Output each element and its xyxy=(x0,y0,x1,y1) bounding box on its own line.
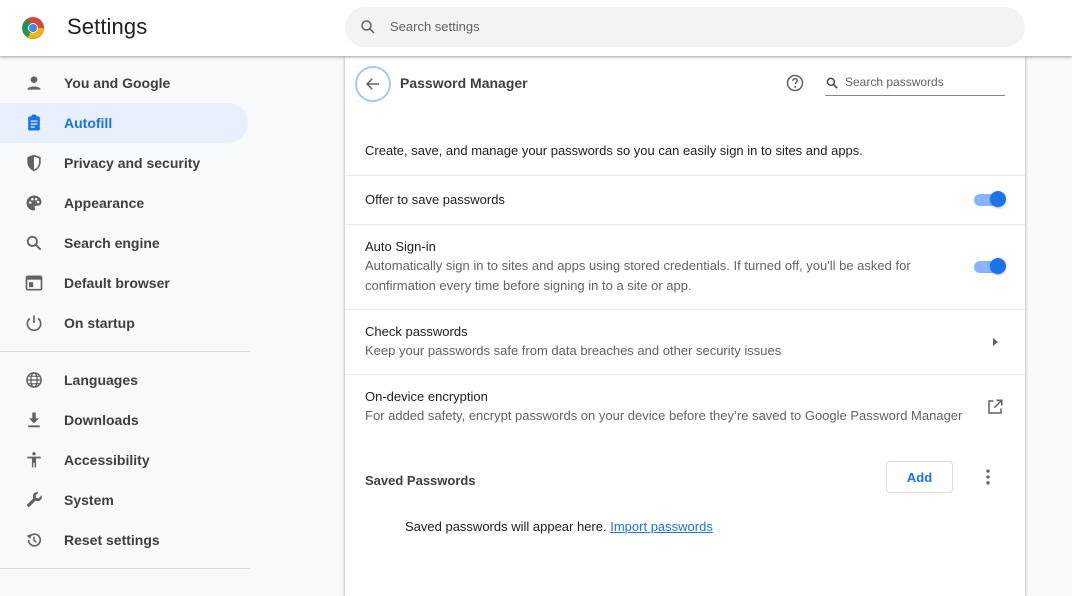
sidebar-item-accessibility[interactable]: Accessibility xyxy=(0,440,248,480)
check-passwords-label: Check passwords xyxy=(365,324,468,339)
search-icon xyxy=(361,20,375,34)
add-password-button[interactable]: Add xyxy=(886,461,953,493)
sidebar-item-label: Downloads xyxy=(64,412,139,428)
auto-signin-description-line-2: confirmation every time before signing i… xyxy=(365,278,692,293)
page-title: Password Manager xyxy=(400,75,528,91)
sidebar-item-on-startup[interactable]: On startup xyxy=(0,303,248,343)
empty-state-text: Saved passwords will appear here. xyxy=(405,519,607,534)
encryption-description: For added safety, encrypt passwords on y… xyxy=(365,408,963,423)
sidebar-item-default-browser[interactable]: Default browser xyxy=(0,263,248,303)
power-icon xyxy=(26,315,42,332)
palette-icon xyxy=(26,195,42,211)
back-button[interactable] xyxy=(355,66,391,102)
row-divider xyxy=(345,175,1025,176)
sidebar-item-appearance[interactable]: Appearance xyxy=(0,183,248,223)
auto-signin-toggle[interactable] xyxy=(974,258,1006,275)
sidebar-item-you-and-google[interactable]: You and Google xyxy=(0,63,248,103)
sidebar-item-label: You and Google xyxy=(64,75,171,91)
sidebar: You and Google Autofill Privacy and secu… xyxy=(0,56,250,579)
check-passwords-description: Keep your passwords safe from data breac… xyxy=(365,343,782,358)
browser-window-icon xyxy=(25,275,43,291)
saved-passwords-heading: Saved Passwords xyxy=(365,473,476,488)
more-vert-icon[interactable] xyxy=(978,467,998,487)
toggle-knob xyxy=(990,258,1006,274)
sidebar-item-autofill[interactable]: Autofill xyxy=(0,103,248,143)
search-icon xyxy=(826,77,838,89)
search-icon xyxy=(26,235,42,251)
password-search-placeholder: Search passwords xyxy=(845,75,944,89)
sidebar-item-label: Languages xyxy=(64,372,138,388)
app-title: Settings xyxy=(67,14,148,39)
saved-passwords-empty-state: Saved passwords will appear here. Import… xyxy=(405,519,713,534)
sidebar-item-system[interactable]: System xyxy=(0,480,248,520)
history-icon xyxy=(26,533,42,547)
app-header: Settings Search settings xyxy=(0,0,1072,56)
offer-save-toggle[interactable] xyxy=(974,191,1006,208)
sidebar-item-downloads[interactable]: Downloads xyxy=(0,400,248,440)
sidebar-item-label: Reset settings xyxy=(64,532,160,548)
person-icon xyxy=(27,76,41,90)
sidebar-item-label: Search engine xyxy=(64,235,160,251)
download-icon xyxy=(28,412,40,428)
row-divider xyxy=(345,224,1025,225)
sidebar-item-label: Default browser xyxy=(64,275,170,291)
arrow-back-icon xyxy=(365,78,379,90)
settings-search-input[interactable]: Search settings xyxy=(345,7,1025,47)
settings-search-placeholder: Search settings xyxy=(390,19,480,34)
sidebar-item-label: Autofill xyxy=(64,115,113,131)
sidebar-item-search-engine[interactable]: Search engine xyxy=(0,223,248,263)
accessibility-icon xyxy=(27,452,41,468)
chrome-logo-icon xyxy=(22,17,44,39)
globe-icon xyxy=(26,372,42,388)
sidebar-divider xyxy=(0,568,250,569)
password-manager-card: Password Manager Search passwords Create… xyxy=(345,56,1025,596)
clipboard-icon xyxy=(28,114,40,131)
on-device-encryption-row[interactable]: On-device encryption For added safety, e… xyxy=(345,375,1025,437)
offer-save-label: Offer to save passwords xyxy=(365,192,505,207)
sidebar-item-label: Privacy and security xyxy=(64,155,201,171)
sidebar-divider xyxy=(0,351,250,352)
help-icon[interactable] xyxy=(785,73,805,93)
sidebar-item-label: Appearance xyxy=(64,195,145,211)
sidebar-item-label: On startup xyxy=(64,315,135,331)
page-description: Create, save, and manage your passwords … xyxy=(365,143,863,158)
arrow-right-icon xyxy=(993,338,998,346)
check-passwords-row[interactable]: Check passwords Keep your passwords safe… xyxy=(345,310,1025,374)
auto-signin-description-line-1: Automatically sign in to sites and apps … xyxy=(365,258,911,273)
sidebar-item-reset-settings[interactable]: Reset settings xyxy=(0,520,248,560)
encryption-label: On-device encryption xyxy=(365,389,488,404)
sidebar-item-label: System xyxy=(64,492,114,508)
import-passwords-link[interactable]: Import passwords xyxy=(610,519,713,534)
toggle-knob xyxy=(990,191,1006,207)
sidebar-item-languages[interactable]: Languages xyxy=(0,360,248,400)
sidebar-item-label: Accessibility xyxy=(64,452,150,468)
shield-icon xyxy=(27,154,41,172)
password-search-input[interactable]: Search passwords xyxy=(825,71,1005,96)
open-in-new-icon xyxy=(988,399,1003,414)
auto-signin-label: Auto Sign-in xyxy=(365,239,436,254)
wrench-icon xyxy=(26,492,42,508)
sidebar-item-privacy-and-security[interactable]: Privacy and security xyxy=(0,143,248,183)
